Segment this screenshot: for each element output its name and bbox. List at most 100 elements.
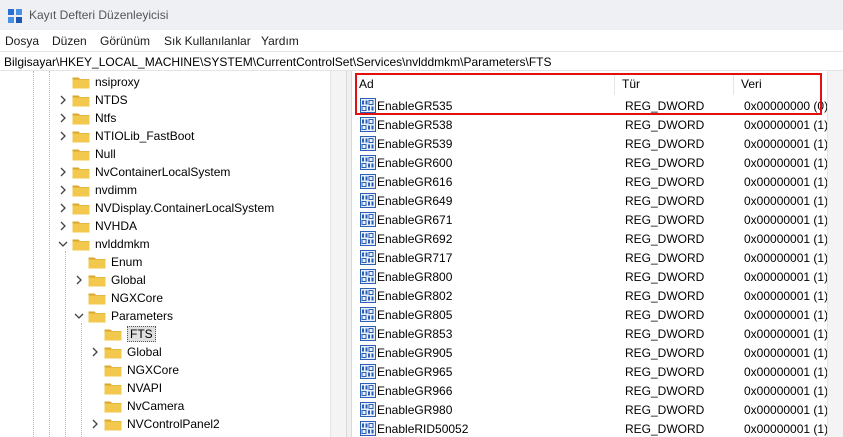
chevron-right-icon[interactable] bbox=[89, 418, 101, 430]
menu-gorunum[interactable]: Görünüm bbox=[100, 34, 150, 48]
tree-item[interactable]: NVControlPanel2 bbox=[89, 415, 220, 433]
value-row[interactable]: EnableGR802 REG_DWORD 0x00000001 (1) bbox=[352, 287, 843, 305]
reg-dword-icon bbox=[360, 231, 376, 246]
tree-item-label: NTDS bbox=[95, 93, 128, 107]
value-type: REG_DWORD bbox=[625, 365, 705, 379]
values-scrollbar[interactable] bbox=[827, 71, 843, 437]
tree-item[interactable]: NVAPI bbox=[89, 379, 162, 397]
chevron-down-icon[interactable] bbox=[73, 310, 85, 322]
address-path[interactable]: Bilgisayar\HKEY_LOCAL_MACHINE\SYSTEM\Cur… bbox=[4, 55, 552, 69]
tree-item[interactable]: NVHDA bbox=[57, 217, 137, 235]
chevron-right-icon[interactable] bbox=[57, 220, 69, 232]
value-data: 0x00000001 (1) bbox=[744, 365, 829, 379]
menu-dosya[interactable]: Dosya bbox=[5, 34, 39, 48]
tree-item-label: NGXCore bbox=[127, 363, 180, 377]
value-row[interactable]: EnableGR905 REG_DWORD 0x00000001 (1) bbox=[352, 344, 843, 362]
value-row[interactable]: EnableGR717 REG_DWORD 0x00000001 (1) bbox=[352, 249, 843, 267]
value-data: 0x00000001 (1) bbox=[744, 175, 829, 189]
tree-item-label: NGXCore bbox=[111, 291, 164, 305]
value-type: REG_DWORD bbox=[625, 403, 705, 417]
value-row[interactable]: EnableGR805 REG_DWORD 0x00000001 (1) bbox=[352, 306, 843, 324]
folder-icon bbox=[104, 400, 122, 413]
value-name: EnableGR600 bbox=[377, 156, 453, 170]
chevron-right-icon[interactable] bbox=[89, 346, 101, 358]
value-row[interactable]: EnableGR671 REG_DWORD 0x00000001 (1) bbox=[352, 211, 843, 229]
chevron-right-icon[interactable] bbox=[57, 202, 69, 214]
chevron-right-icon[interactable] bbox=[57, 166, 69, 178]
value-name: EnableGR805 bbox=[377, 308, 453, 322]
value-row[interactable]: EnableGR649 REG_DWORD 0x00000001 (1) bbox=[352, 192, 843, 210]
value-data: 0x00000001 (1) bbox=[744, 251, 829, 265]
tree-item[interactable]: Null bbox=[57, 145, 116, 163]
value-row[interactable]: EnableGR800 REG_DWORD 0x00000001 (1) bbox=[352, 268, 843, 286]
address-bar[interactable]: Bilgisayar\HKEY_LOCAL_MACHINE\SYSTEM\Cur… bbox=[0, 51, 843, 71]
value-row[interactable]: EnableGR539 REG_DWORD 0x00000001 (1) bbox=[352, 135, 843, 153]
tree-item[interactable]: Enum bbox=[73, 253, 142, 271]
tree-item-label: Parameters bbox=[111, 309, 174, 323]
reg-dword-icon bbox=[360, 307, 376, 322]
folder-icon bbox=[104, 382, 122, 395]
tree-item[interactable]: NGXCore bbox=[89, 361, 179, 379]
title-bar: Kayıt Defteri Düzenleyicisi bbox=[0, 0, 843, 30]
value-row[interactable]: EnableGR538 REG_DWORD 0x00000001 (1) bbox=[352, 116, 843, 134]
tree-item-label: NVDisplay.ContainerLocalSystem bbox=[95, 201, 275, 215]
chevron-right-icon[interactable] bbox=[57, 94, 69, 106]
tree-item[interactable]: nvdimm bbox=[57, 181, 137, 199]
value-row[interactable]: EnableGR535 REG_DWORD 0x00000000 (0) bbox=[352, 97, 843, 115]
value-row[interactable]: EnableGR853 REG_DWORD 0x00000001 (1) bbox=[352, 325, 843, 343]
values-list[interactable]: Ad Tür Veri EnableGR535 REG_DWORD 0x000000… bbox=[352, 71, 843, 437]
value-name: EnableGR965 bbox=[377, 365, 453, 379]
chevron-down-icon[interactable] bbox=[57, 238, 69, 250]
menu-duzen[interactable]: Düzen bbox=[52, 34, 87, 48]
tree-item[interactable]: nvlddmkm bbox=[57, 235, 150, 253]
value-row[interactable]: EnableGR692 REG_DWORD 0x00000001 (1) bbox=[352, 230, 843, 248]
tree-item[interactable]: Global bbox=[73, 271, 146, 289]
tree-item[interactable]: NGXCore bbox=[73, 289, 163, 307]
key-tree[interactable]: nsiproxy NTDS Ntfs NTIOLib_FastBoot Null NvCo… bbox=[0, 71, 346, 437]
value-name: EnableGR802 bbox=[377, 289, 453, 303]
tree-item-label: Enum bbox=[111, 255, 143, 269]
value-type: REG_DWORD bbox=[625, 213, 705, 227]
value-row[interactable]: EnableGR980 REG_DWORD 0x00000001 (1) bbox=[352, 401, 843, 419]
value-type: REG_DWORD bbox=[625, 422, 705, 436]
value-type: REG_DWORD bbox=[625, 346, 705, 360]
value-row[interactable]: EnableRID50052 REG_DWORD 0x00000001 (1) bbox=[352, 420, 843, 437]
tree-item[interactable]: Global bbox=[89, 343, 162, 361]
value-type: REG_DWORD bbox=[625, 137, 705, 151]
tree-item[interactable]: FTS bbox=[89, 325, 156, 343]
reg-dword-icon bbox=[360, 117, 376, 132]
tree-item[interactable]: Ntfs bbox=[57, 109, 116, 127]
reg-dword-icon bbox=[360, 288, 376, 303]
chevron-right-icon[interactable] bbox=[73, 274, 85, 286]
tree-item[interactable]: Parameters bbox=[73, 307, 173, 325]
value-type: REG_DWORD bbox=[625, 384, 705, 398]
tree-item[interactable]: NVDisplay.ContainerLocalSystem bbox=[57, 199, 274, 217]
value-name: EnableGR853 bbox=[377, 327, 453, 341]
value-row[interactable]: EnableGR965 REG_DWORD 0x00000001 (1) bbox=[352, 363, 843, 381]
column-name[interactable]: Ad bbox=[352, 73, 615, 95]
value-type: REG_DWORD bbox=[625, 232, 705, 246]
column-type[interactable]: Tür bbox=[615, 73, 734, 95]
value-row[interactable]: EnableGR966 REG_DWORD 0x00000001 (1) bbox=[352, 382, 843, 400]
tree-guide-line bbox=[65, 251, 66, 437]
folder-icon bbox=[104, 328, 122, 341]
chevron-right-icon[interactable] bbox=[57, 184, 69, 196]
menu-yardim[interactable]: Yardım bbox=[261, 34, 299, 48]
reg-dword-icon bbox=[360, 364, 376, 379]
value-type: REG_DWORD bbox=[625, 194, 705, 208]
tree-guide-line bbox=[49, 71, 50, 437]
menu-sik-kullanilanlar[interactable]: Sık Kullanılanlar bbox=[164, 34, 251, 48]
reg-dword-icon bbox=[360, 98, 376, 113]
chevron-right-icon[interactable] bbox=[57, 130, 69, 142]
value-type: REG_DWORD bbox=[625, 308, 705, 322]
tree-item[interactable]: NvCamera bbox=[89, 397, 184, 415]
tree-item[interactable]: NTIOLib_FastBoot bbox=[57, 127, 194, 145]
chevron-right-icon[interactable] bbox=[57, 112, 69, 124]
tree-item[interactable]: NvContainerLocalSystem bbox=[57, 163, 230, 181]
tree-item-label: nsiproxy bbox=[95, 75, 140, 89]
value-row[interactable]: EnableGR600 REG_DWORD 0x00000001 (1) bbox=[352, 154, 843, 172]
value-row[interactable]: EnableGR616 REG_DWORD 0x00000001 (1) bbox=[352, 173, 843, 191]
tree-scrollbar[interactable] bbox=[330, 71, 346, 437]
tree-item[interactable]: nsiproxy bbox=[57, 73, 140, 91]
tree-item[interactable]: NTDS bbox=[57, 91, 128, 109]
